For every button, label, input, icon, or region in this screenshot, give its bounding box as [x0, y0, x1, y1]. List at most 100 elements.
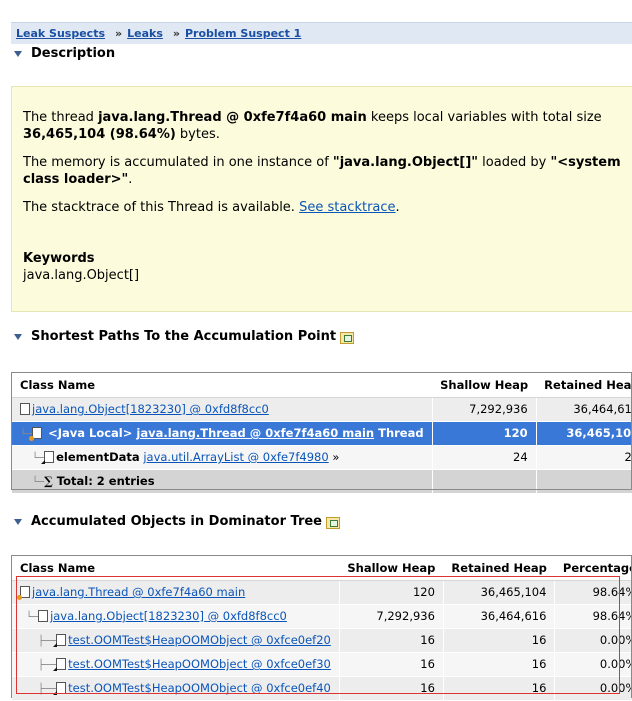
tree-connector: ├── [20, 660, 57, 671]
cell-retained: 24 [536, 445, 632, 470]
object-link[interactable]: java.lang.Object[1823230] @ 0xfd8f8cc0 [32, 402, 269, 416]
cell-retained: 36,464,616 [443, 604, 556, 629]
description-paragraph-3: The stacktrace of this Thread is availab… [23, 199, 632, 216]
cell-shallow: 120 [339, 580, 444, 605]
object-link[interactable]: java.lang.Object[1823230] @ 0xfd8f8cc0 [50, 609, 287, 623]
table-row[interactable]: └─ elementData java.util.ArrayList @ 0xfe… [12, 445, 632, 470]
col-shallow-heap[interactable]: Shallow Heap [339, 556, 444, 581]
dominator-header[interactable]: Accumulated Objects in Dominator Tree [14, 514, 340, 529]
object-link[interactable]: test.OOMTest$HeapOOMObject @ 0xfce0ef40 [68, 681, 331, 695]
total-size: 36,465,104 (98.64%) [23, 127, 176, 142]
text: bytes. [175, 127, 220, 142]
cell-class-name: ├── test.OOMTest$HeapOOMObject @ 0xfce0ef… [12, 676, 340, 701]
description-paragraph-1: The thread java.lang.Thread @ 0xfe7f4a60… [23, 109, 632, 143]
table-row[interactable]: ├── test.OOMTest$HeapOOMObject @ 0xfce0ef… [12, 628, 632, 653]
cell-retained: 16 [443, 652, 556, 677]
description-paragraph-2: The memory is accumulated in one instanc… [23, 154, 632, 188]
cell-retained: 36,464,616 [536, 397, 632, 422]
cell-shallow: 16 [339, 652, 444, 677]
col-class-name[interactable]: Class Name [12, 373, 433, 398]
cell-shallow: 120 [432, 421, 537, 446]
sum-icon: ∑ [44, 474, 53, 488]
total-label: Total: 2 entries [56, 474, 155, 488]
keywords-title: Keywords [23, 251, 95, 266]
cell-retained: 36,465,104 [536, 421, 632, 446]
tree-connector: └─ [20, 477, 45, 488]
cell-percentage: 98.64% [554, 580, 632, 605]
cell-class-name: └─ <Java Local> java.lang.Thread @ 0xfe7… [12, 421, 433, 446]
cell-total: └─∑ Total: 2 entries [12, 469, 433, 494]
object-link[interactable]: test.OOMTest$HeapOOMObject @ 0xfce0ef20 [68, 633, 331, 647]
cell-class-name: java.lang.Object[1823230] @ 0xfd8f8cc0 [12, 397, 433, 422]
table-row[interactable]: └─ java.lang.Object[1823230] @ 0xfd8f8cc0… [12, 604, 632, 629]
breadcrumb-leak-suspects[interactable]: Leak Suspects [16, 27, 105, 40]
open-in-view-icon[interactable] [326, 516, 340, 529]
table-total-row: └─∑ Total: 2 entries [12, 469, 632, 494]
col-retained-heap[interactable]: Retained Heap [536, 373, 632, 398]
col-class-name[interactable]: Class Name [12, 556, 340, 581]
table-header: Class Name Shallow Heap Retained Heap Pe… [12, 556, 632, 581]
collapse-triangle-icon[interactable] [14, 50, 22, 57]
object-icon [41, 451, 55, 464]
cell-shallow: 16 [339, 628, 444, 653]
thread-object-icon [17, 586, 30, 600]
text: The stacktrace of this Thread is availab… [23, 200, 300, 215]
cell-shallow: 7,292,936 [432, 397, 537, 422]
type-suffix: Thread [378, 426, 424, 440]
table-row[interactable]: ├── test.OOMTest$HeapOOMObject @ 0xfce0ef… [12, 652, 632, 677]
see-stacktrace-link[interactable]: See stacktrace [299, 200, 395, 215]
paths-title: Shortest Paths To the Accumulation Point [31, 329, 337, 344]
collapse-triangle-icon[interactable] [14, 518, 22, 525]
breadcrumb-separator: » [115, 27, 123, 40]
tree-connector: └─ [20, 612, 39, 623]
description-header[interactable]: Description [14, 46, 115, 61]
dominator-table: Class Name Shallow Heap Retained Heap Pe… [12, 556, 632, 701]
col-percentage[interactable]: Percentage [554, 556, 632, 581]
cell-empty [432, 469, 537, 494]
cell-shallow: 16 [339, 676, 444, 701]
reference-label: <Java Local> [48, 426, 133, 440]
text: The thread [23, 110, 99, 125]
open-in-view-icon[interactable] [340, 331, 355, 344]
breadcrumb-leaks[interactable]: Leaks [127, 27, 163, 40]
cell-class-name: └─ java.lang.Object[1823230] @ 0xfd8f8cc0 [12, 604, 340, 629]
dominator-title: Accumulated Objects in Dominator Tree [31, 514, 322, 529]
table-row[interactable]: java.lang.Thread @ 0xfe7f4a60 main 120 3… [12, 580, 632, 605]
table-row[interactable]: java.lang.Object[1823230] @ 0xfd8f8cc0 7… [12, 397, 632, 422]
object-link[interactable]: java.util.ArrayList @ 0xfe7f4980 [143, 450, 328, 464]
cell-percentage: 0.00% [554, 628, 632, 653]
thread-name: java.lang.Thread @ 0xfe7f4a60 main [98, 110, 367, 125]
cell-class-name: java.lang.Thread @ 0xfe7f4a60 main [12, 580, 340, 605]
object-link[interactable]: java.lang.Thread @ 0xfe7f4a60 main [32, 585, 245, 599]
class-name: "java.lang.Object[]" [332, 155, 479, 170]
cell-percentage: 0.00% [554, 676, 632, 701]
table-header: Class Name Shallow Heap Retained Heap [12, 373, 632, 398]
table-row[interactable]: ├── test.OOMTest$HeapOOMObject @ 0xfce0ef… [12, 676, 632, 701]
text: . [128, 172, 133, 187]
col-retained-heap[interactable]: Retained Heap [443, 556, 555, 581]
col-shallow-heap[interactable]: Shallow Heap [432, 373, 537, 398]
cell-percentage: 0.00% [554, 652, 632, 677]
more-indicator[interactable]: » [332, 450, 339, 464]
breadcrumb-separator: » [172, 27, 180, 40]
breadcrumb-problem-suspect[interactable]: Problem Suspect 1 [185, 27, 301, 40]
cell-shallow: 7,292,936 [339, 604, 444, 629]
paths-table: Class Name Shallow Heap Retained Heap ja… [12, 373, 632, 494]
collapse-triangle-icon[interactable] [14, 333, 22, 340]
cell-retained: 16 [443, 676, 556, 701]
object-array-icon [38, 610, 49, 622]
description-panel: The thread java.lang.Thread @ 0xfe7f4a60… [11, 86, 632, 312]
object-icon [53, 658, 67, 671]
table-row-selected[interactable]: └─ <Java Local> java.lang.Thread @ 0xfe7… [12, 421, 632, 446]
paths-header[interactable]: Shortest Paths To the Accumulation Point [14, 329, 355, 344]
cell-empty [536, 469, 632, 494]
text: keeps local variables with total size [366, 110, 602, 125]
cell-retained: 36,465,104 [443, 580, 556, 605]
breadcrumb: Leak Suspects » Leaks » Problem Suspect … [11, 22, 632, 44]
object-link[interactable]: java.lang.Thread @ 0xfe7f4a60 main [136, 426, 374, 440]
object-icon [53, 634, 67, 647]
keywords-value: java.lang.Object[] [23, 268, 140, 283]
cell-percentage: 98.64% [554, 604, 632, 629]
cell-shallow: 24 [432, 445, 537, 470]
object-link[interactable]: test.OOMTest$HeapOOMObject @ 0xfce0ef30 [68, 657, 331, 671]
